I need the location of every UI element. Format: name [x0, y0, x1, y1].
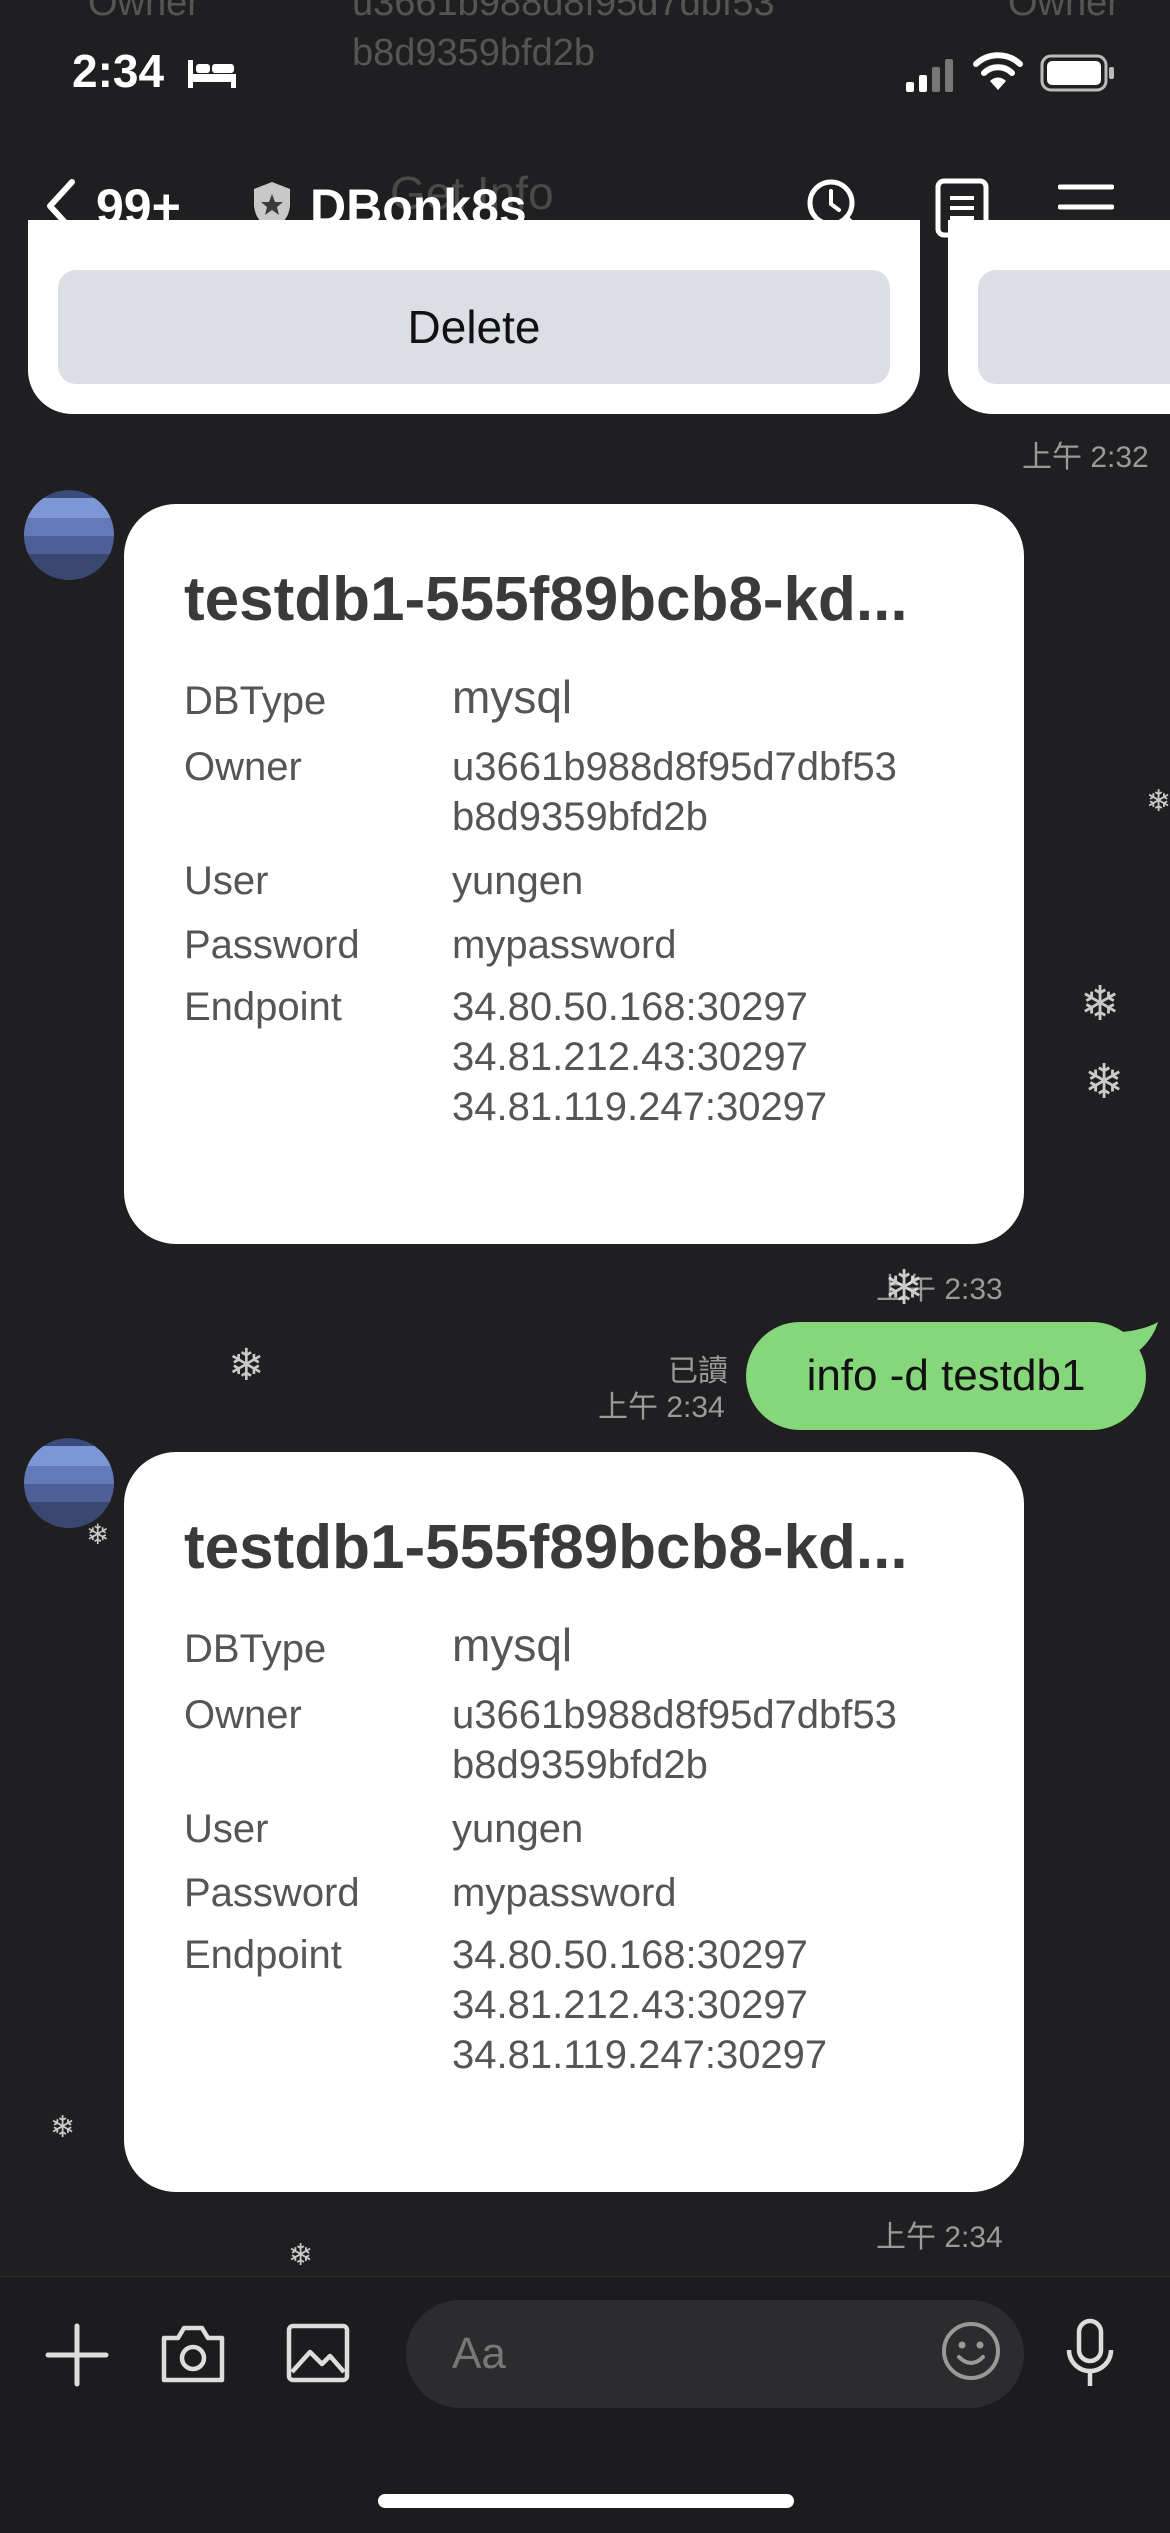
dbtype-value: mysql	[452, 671, 573, 723]
user-label: User	[184, 859, 269, 903]
owner-value-line1: u3661b988d8f95d7dbf53	[452, 745, 897, 789]
card-title: testdb1-555f89bcb8-kd...	[184, 565, 908, 634]
bot-avatar[interactable]	[24, 1438, 114, 1528]
dbtype-label: DBType	[184, 679, 327, 723]
endpoint-label: Endpoint	[184, 1933, 342, 1977]
snowflake-icon: ❄	[1080, 978, 1121, 1031]
snowflake-icon: ❄	[50, 2111, 76, 2144]
owner-label: Owner	[184, 1693, 302, 1737]
endpoint-value-2: 34.81.212.43:30297	[452, 1035, 808, 1079]
battery-icon	[1040, 54, 1114, 92]
endpoint-value-3: 34.81.119.247:30297	[452, 1085, 828, 1129]
bed-icon	[188, 60, 236, 88]
image-icon[interactable]	[286, 2322, 350, 2384]
snowflake-icon: ❄	[1084, 1056, 1125, 1109]
next-card-button[interactable]	[978, 270, 1170, 384]
snowflake-icon: ❄	[288, 2239, 314, 2272]
home-indicator	[378, 2494, 794, 2508]
password-value: mypassword	[452, 923, 677, 967]
dbtype-value: mysql	[452, 1619, 573, 1671]
plus-icon[interactable]	[44, 2322, 110, 2388]
camera-icon[interactable]	[160, 2322, 226, 2384]
user-value: yungen	[452, 1807, 584, 1851]
snowflake-icon: ❄	[86, 1519, 110, 1550]
snowflake-icon: ❄	[1146, 785, 1170, 818]
owner-value-line1: u3661b988d8f95d7dbf53	[452, 1693, 897, 1737]
status-time: 2:34	[72, 45, 165, 97]
timestamp: 上午 2:32	[1022, 441, 1149, 474]
bot-avatar[interactable]	[24, 490, 114, 580]
delete-button[interactable]: Delete	[58, 270, 890, 384]
snowflake-icon: ❄	[228, 1341, 265, 1390]
message-input[interactable]	[406, 2300, 1024, 2408]
endpoint-value-1: 34.80.50.168:30297	[452, 985, 808, 1029]
owner-label: Owner	[184, 745, 302, 789]
owner-value-line2: b8d9359bfd2b	[452, 795, 708, 839]
user-label: User	[184, 1807, 269, 1851]
db-info-card[interactable]: testdb1-555f89bcb8-kd... DBType mysql Ow…	[124, 504, 1024, 1244]
timestamp: 上午 2:34	[876, 2221, 1003, 2254]
emoji-icon[interactable]	[940, 2320, 1002, 2382]
card-title: testdb1-555f89bcb8-kd...	[184, 1513, 908, 1582]
db-info-card[interactable]: testdb1-555f89bcb8-kd... DBType mysql Ow…	[124, 1452, 1024, 2192]
endpoint-value-3: 34.81.119.247:30297	[452, 2033, 828, 2077]
endpoint-label: Endpoint	[184, 985, 342, 1029]
signal-icon	[906, 59, 953, 92]
timestamp: 上午 2:34	[598, 1391, 725, 1424]
owner-value-line2: b8d9359bfd2b	[452, 1743, 708, 1787]
microphone-icon[interactable]	[1064, 2318, 1116, 2390]
password-label: Password	[184, 923, 360, 967]
endpoint-value-2: 34.81.212.43:30297	[452, 1983, 808, 2027]
user-value: yungen	[452, 859, 584, 903]
dbtype-label: DBType	[184, 1627, 327, 1671]
bubble-tail	[1118, 1322, 1158, 1362]
outgoing-message-bubble[interactable]: info -d testdb1	[746, 1322, 1146, 1430]
wifi-icon	[973, 52, 1023, 90]
password-value: mypassword	[452, 1871, 677, 1915]
endpoint-value-1: 34.80.50.168:30297	[452, 1933, 808, 1977]
snowflake-icon: ❄	[884, 1262, 925, 1315]
password-label: Password	[184, 1871, 360, 1915]
